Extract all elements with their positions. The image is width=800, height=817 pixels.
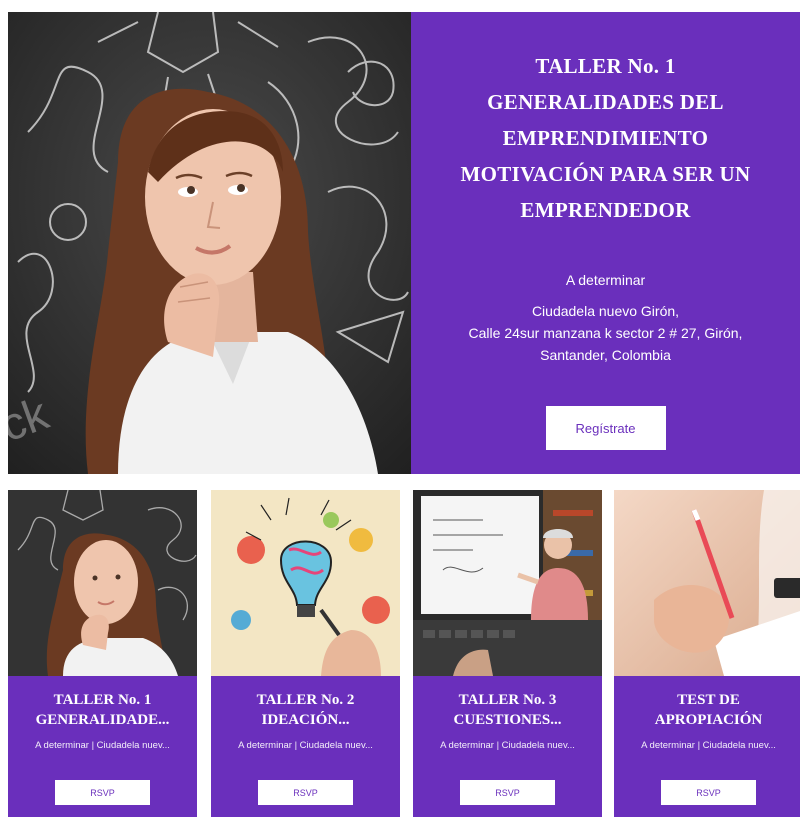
card-title-line: TEST DE	[677, 692, 740, 708]
event-card-meta: A determinar | Ciudadela nuev...	[35, 740, 170, 751]
event-card-title[interactable]: TALLER No. 2 IDEACIÓN...	[211, 690, 400, 730]
rsvp-button[interactable]: RSVP	[460, 780, 555, 805]
title-line: EMPRENDIMIENTO	[502, 126, 709, 150]
featured-event-title[interactable]: TALLER No. 1 GENERALIDADES DEL EMPRENDIM…	[436, 48, 776, 228]
card-title-line: IDEACIÓN...	[261, 712, 350, 728]
card-title-line: GENERALIDADE...	[35, 712, 170, 728]
event-card-body: TALLER No. 1 GENERALIDADE... A determina…	[8, 676, 197, 817]
card-title-line: APROPIACIÓN	[654, 712, 763, 728]
event-card-body: TALLER No. 2 IDEACIÓN... A determinar | …	[211, 676, 400, 817]
event-card-1[interactable]: TALLER No. 1 GENERALIDADE... A determina…	[8, 490, 197, 817]
title-line: GENERALIDADES DEL	[487, 90, 724, 114]
event-card-image[interactable]	[8, 490, 197, 676]
address-line: Santander, Colombia	[540, 347, 671, 363]
event-card-image[interactable]	[211, 490, 400, 676]
event-card-image[interactable]	[413, 490, 602, 676]
address-line: Calle 24sur manzana k sector 2 # 27, Gir…	[468, 325, 743, 341]
event-card-meta: A determinar | Ciudadela nuev...	[440, 740, 575, 751]
featured-event: ck TALLER No. 1 GENERALIDADES DEL EMPREN…	[8, 12, 800, 474]
address-line: Ciudadela nuevo Girón,	[531, 303, 680, 319]
rsvp-button[interactable]: RSVP	[661, 780, 756, 805]
card-title-line: TALLER No. 3	[458, 692, 557, 708]
title-line: EMPRENDEDOR	[520, 198, 691, 222]
featured-event-image[interactable]: ck	[8, 12, 411, 474]
event-card-title[interactable]: TALLER No. 3 CUESTIONES...	[413, 690, 602, 730]
title-line: MOTIVACIÓN PARA SER UN	[460, 162, 751, 186]
card-title-line: TALLER No. 1	[53, 692, 152, 708]
event-card-image[interactable]	[614, 490, 800, 676]
event-list: TALLER No. 1 GENERALIDADE... A determina…	[8, 490, 800, 817]
event-address: Ciudadela nuevo Girón, Calle 24sur manza…	[469, 300, 743, 366]
card-title-line: CUESTIONES...	[453, 712, 562, 728]
event-card-title[interactable]: TALLER No. 1 GENERALIDADE...	[8, 690, 197, 730]
event-date: A determinar	[565, 272, 646, 288]
rsvp-button[interactable]: RSVP	[55, 780, 150, 805]
register-button[interactable]: Regístrate	[545, 406, 666, 450]
event-card-meta: A determinar | Ciudadela nuev...	[641, 740, 776, 751]
event-card-body: TEST DE APROPIACIÓN A determinar | Ciuda…	[614, 676, 800, 817]
event-card-title[interactable]: TEST DE APROPIACIÓN	[614, 690, 800, 730]
event-card-meta: A determinar | Ciudadela nuev...	[238, 740, 373, 751]
event-card-2[interactable]: TALLER No. 2 IDEACIÓN... A determinar | …	[211, 490, 400, 817]
event-card-4[interactable]: TEST DE APROPIACIÓN A determinar | Ciuda…	[614, 490, 800, 817]
event-card-body: TALLER No. 3 CUESTIONES... A determinar …	[413, 676, 602, 817]
featured-event-panel: TALLER No. 1 GENERALIDADES DEL EMPRENDIM…	[411, 12, 800, 474]
card-title-line: TALLER No. 2	[256, 692, 355, 708]
event-card-3[interactable]: TALLER No. 3 CUESTIONES... A determinar …	[413, 490, 602, 817]
title-line: TALLER No. 1	[535, 54, 676, 78]
rsvp-button[interactable]: RSVP	[258, 780, 353, 805]
